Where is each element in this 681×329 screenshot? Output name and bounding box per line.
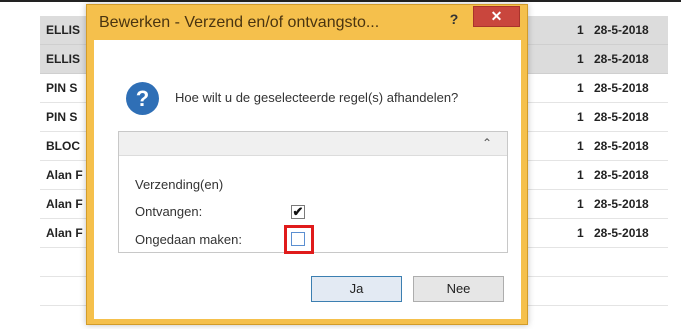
question-icon: ?	[126, 82, 159, 115]
dialog-title: Bewerken - Verzend en/of ontvangsto...	[99, 14, 380, 31]
dialog-titlebar[interactable]: Bewerken - Verzend en/of ontvangsto... ?…	[87, 5, 527, 41]
row-date: 28-5-2018	[594, 226, 649, 240]
row-qty: 1	[577, 52, 584, 66]
yes-button[interactable]: Ja	[311, 276, 402, 302]
row-qty: 1	[577, 197, 584, 211]
undo-checkbox[interactable]	[291, 232, 305, 246]
row-qty: 1	[577, 168, 584, 182]
received-checkbox[interactable]: ✔	[291, 205, 305, 219]
row-name: PIN S	[46, 81, 78, 95]
received-label: Ontvangen:	[135, 204, 203, 219]
help-button[interactable]: ?	[441, 8, 467, 30]
row-date: 28-5-2018	[594, 168, 649, 182]
question-text: Hoe wilt u de geselecteerde regel(s) afh…	[175, 90, 459, 105]
row-date: 28-5-2018	[594, 139, 649, 153]
dialog-body: ? Hoe wilt u de geselecteerde regel(s) a…	[94, 40, 521, 319]
row-name: PIN S	[46, 110, 78, 124]
section-label: Verzending(en)	[135, 177, 224, 192]
row-qty: 1	[577, 81, 584, 95]
row-date: 28-5-2018	[594, 52, 649, 66]
row-name: Alan F	[46, 197, 83, 211]
options-panel: ⌃ Verzending(en) Ontvangen: ✔ Ongedaan m…	[118, 131, 508, 254]
row-qty: 1	[577, 226, 584, 240]
row-date: 28-5-2018	[594, 23, 649, 37]
no-button[interactable]: Nee	[413, 276, 504, 302]
row-qty: 1	[577, 139, 584, 153]
edit-dialog: Bewerken - Verzend en/of ontvangsto... ?…	[86, 4, 528, 325]
chevron-up-icon[interactable]: ⌃	[479, 136, 495, 150]
panel-header[interactable]: ⌃	[119, 132, 507, 156]
row-name: ELLIS	[46, 52, 81, 66]
row-qty: 1	[577, 23, 584, 37]
row-name: Alan F	[46, 226, 83, 240]
row-name: Alan F	[46, 168, 83, 182]
row-date: 28-5-2018	[594, 81, 649, 95]
close-button[interactable]: ✕	[473, 6, 520, 27]
undo-label: Ongedaan maken:	[135, 232, 242, 247]
row-name: ELLIS	[46, 23, 81, 37]
row-qty: 1	[577, 110, 584, 124]
row-date: 28-5-2018	[594, 110, 649, 124]
row-date: 28-5-2018	[594, 197, 649, 211]
row-name: BLOC	[46, 139, 80, 153]
